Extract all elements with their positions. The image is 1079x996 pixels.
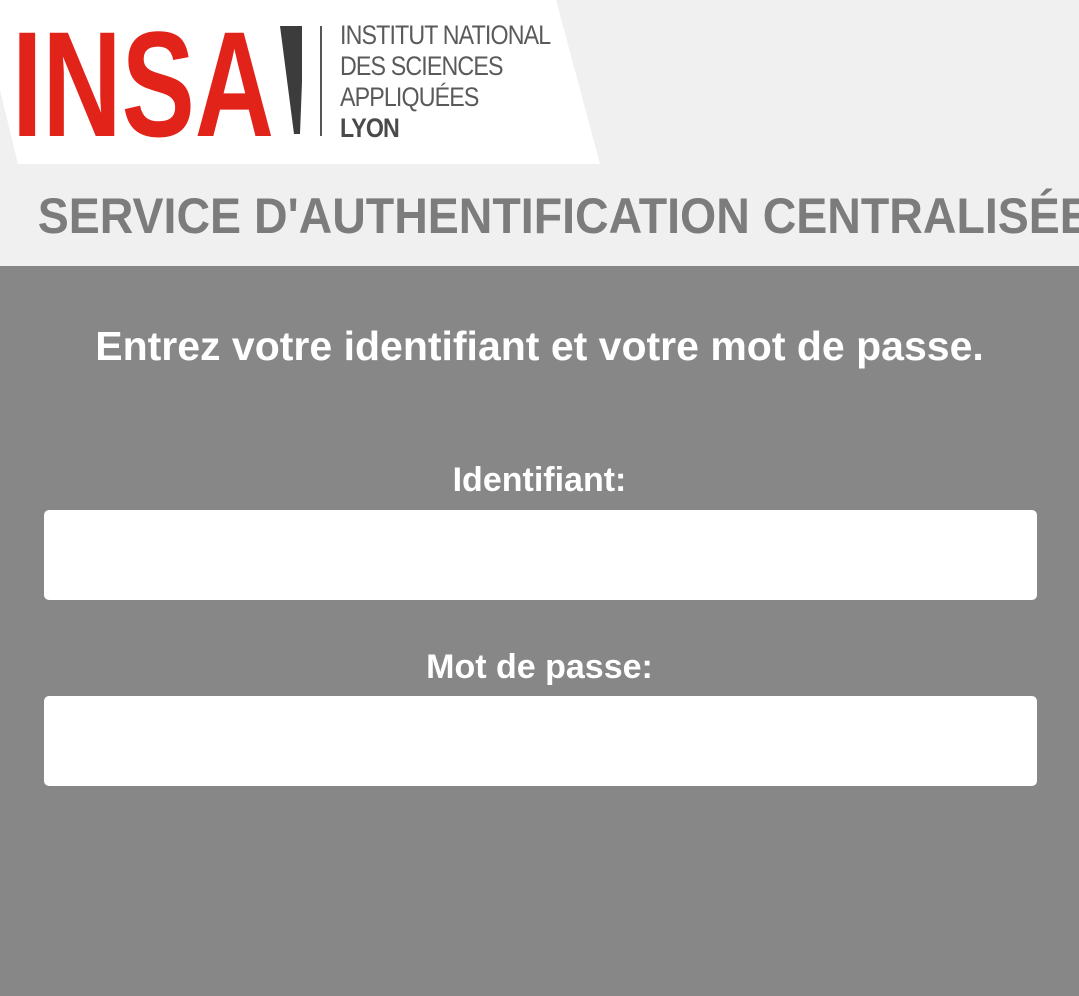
logo-institution-name: INSTITUT NATIONAL DES SCIENCES APPLIQUÉE… — [340, 20, 551, 144]
insa-logo-mark: INSA — [12, 22, 302, 140]
password-label: Mot de passe: — [426, 648, 653, 686]
logo-divider — [320, 26, 322, 136]
logo-line-3: APPLIQUÉES — [340, 82, 479, 112]
form-instructions: Entrez votre identifiant et votre mot de… — [95, 323, 984, 369]
logo-line-2: DES SCIENCES — [340, 51, 503, 81]
logo-line-city: LYON — [340, 113, 400, 143]
username-label: Identifiant: — [452, 461, 627, 499]
page-title: SERVICE D'AUTHENTIFICATION CENTRALISÉE — [37, 188, 1079, 244]
insa-logo-wordmark: INSA — [12, 22, 274, 140]
username-input[interactable] — [44, 510, 1037, 600]
page-header: INSA INSTITUT NATIONAL DES SCIENCES APPL… — [0, 0, 1079, 266]
logo-panel: INSA INSTITUT NATIONAL DES SCIENCES APPL… — [0, 0, 600, 164]
logo-line-1: INSTITUT NATIONAL — [340, 20, 551, 50]
password-input[interactable] — [44, 696, 1037, 786]
insa-logo-slash-icon — [280, 26, 302, 134]
